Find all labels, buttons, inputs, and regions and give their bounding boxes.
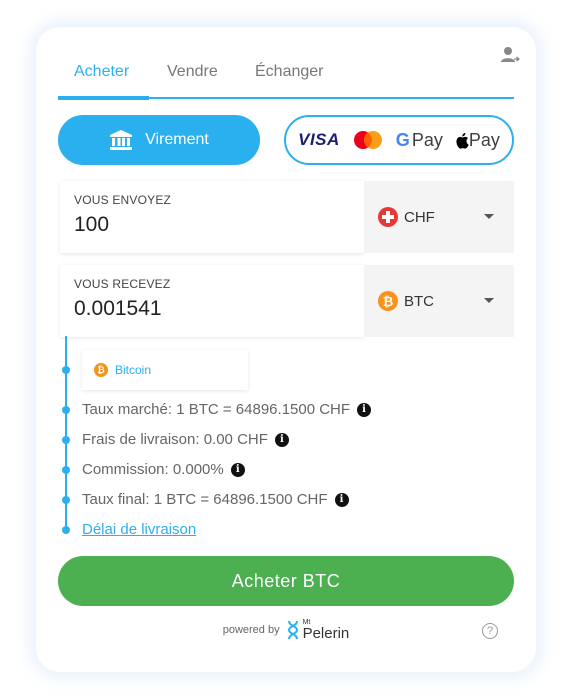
- brand-name: Pelerin: [302, 625, 350, 642]
- delivery-fee-text: Frais de livraison: 0.00 CHF: [82, 431, 268, 448]
- commission-row: Commission: 0.000% i: [82, 461, 245, 478]
- chevron-down-icon: [484, 214, 494, 219]
- bitcoin-icon: ₿: [94, 363, 108, 377]
- info-icon[interactable]: i: [334, 492, 349, 507]
- market-rate-text: Taux marché: 1 BTC = 64896.1500 CHF: [82, 401, 351, 418]
- pelerin-logo-icon: [287, 620, 298, 640]
- apple-pay-label: Pay: [468, 129, 500, 150]
- bitcoin-icon: ₿: [378, 291, 398, 311]
- buy-button[interactable]: Acheter BTC: [58, 556, 514, 606]
- tab-acheter[interactable]: Acheter: [74, 63, 129, 81]
- visa-logo: VISA: [298, 130, 340, 149]
- timeline-dot: [62, 496, 70, 504]
- virement-label: Virement: [145, 131, 209, 148]
- swiss-flag-icon: [378, 207, 398, 227]
- delivery-fee-row: Frais de livraison: 0.00 CHF i: [82, 431, 289, 448]
- receive-currency-select[interactable]: ₿ BTC: [364, 265, 514, 337]
- final-rate-row: Taux final: 1 BTC = 64896.1500 CHF i: [82, 491, 349, 508]
- info-icon[interactable]: i: [357, 402, 372, 417]
- mt-pelerin-logo[interactable]: Mt Pelerin: [286, 619, 350, 642]
- google-g-icon: G: [395, 129, 410, 150]
- timeline-dot: [62, 406, 70, 414]
- mastercard-logo: [353, 131, 382, 149]
- delivery-time-link[interactable]: Délai de livraison: [82, 521, 196, 538]
- apple-pay-logo: Pay: [455, 130, 500, 151]
- user-icon[interactable]: [500, 45, 520, 65]
- chevron-down-icon: [484, 298, 494, 303]
- active-tab-indicator: [58, 96, 149, 100]
- tab-bar: Acheter Vendre Échanger: [58, 57, 514, 100]
- powered-by: powered by Mt Pelerin: [36, 619, 536, 641]
- tab-vendre[interactable]: Vendre: [167, 63, 218, 81]
- receive-currency-label: BTC: [404, 292, 434, 310]
- send-currency-select[interactable]: CHF: [364, 181, 514, 253]
- timeline-dot: [62, 466, 70, 474]
- timeline-dot: [62, 366, 70, 374]
- network-label: Bitcoin: [115, 363, 152, 377]
- send-amount-box: VOUS ENVOYEZ: [60, 181, 364, 253]
- tab-echanger[interactable]: Échanger: [255, 63, 324, 81]
- network-chip[interactable]: ₿ Bitcoin: [82, 350, 248, 390]
- timeline-dot: [62, 526, 70, 534]
- card-payment-button[interactable]: VISA G Pay Pay: [284, 115, 514, 165]
- virement-button[interactable]: Virement: [58, 115, 260, 165]
- commission-text: Commission: 0.000%: [82, 461, 224, 478]
- apple-icon: [456, 132, 469, 149]
- google-pay-logo: G Pay: [396, 130, 443, 151]
- receive-row: VOUS RECEVEZ ₿ BTC: [60, 265, 514, 337]
- receive-label: VOUS RECEVEZ: [74, 277, 171, 291]
- send-label: VOUS ENVOYEZ: [74, 193, 172, 207]
- powered-by-label: powered by: [222, 624, 280, 636]
- info-icon[interactable]: i: [230, 462, 245, 477]
- final-rate-text: Taux final: 1 BTC = 64896.1500 CHF: [82, 491, 328, 508]
- gpay-label: Pay: [411, 129, 443, 150]
- receive-amount-box: VOUS RECEVEZ: [60, 265, 364, 337]
- help-icon[interactable]: ?: [482, 623, 498, 639]
- info-icon[interactable]: i: [274, 432, 289, 447]
- bank-icon: [110, 130, 133, 150]
- widget-card: Acheter Vendre Échanger Virement VISA G …: [36, 27, 536, 672]
- timeline-dot: [62, 436, 70, 444]
- market-rate-row: Taux marché: 1 BTC = 64896.1500 CHF i: [82, 401, 372, 418]
- send-amount-input[interactable]: [74, 213, 344, 237]
- receive-amount-input[interactable]: [74, 297, 344, 321]
- send-currency-label: CHF: [404, 208, 435, 226]
- send-row: VOUS ENVOYEZ CHF: [60, 181, 514, 253]
